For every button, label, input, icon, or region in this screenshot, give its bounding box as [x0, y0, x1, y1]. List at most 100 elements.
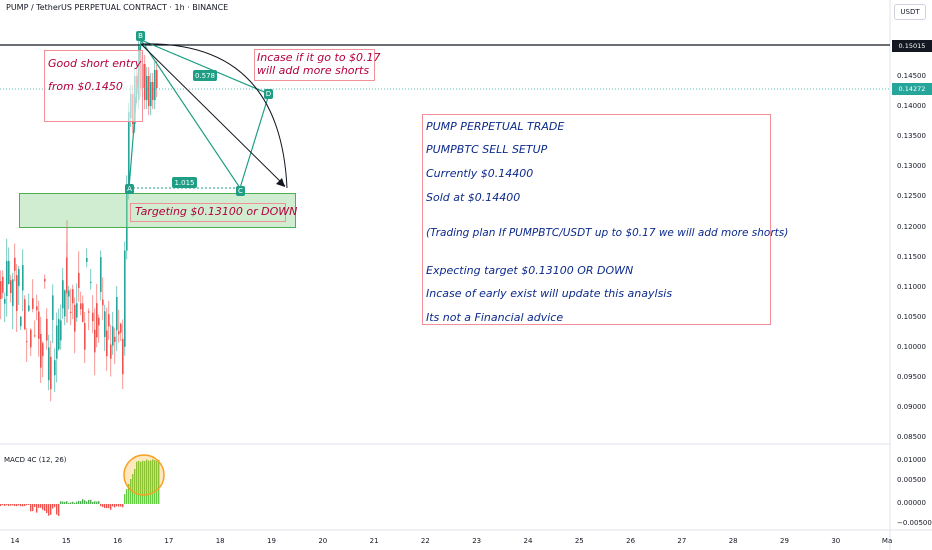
candle-body	[106, 330, 108, 357]
macd-bar	[30, 504, 32, 512]
time-tick-label: 18	[215, 537, 225, 545]
candle-body	[4, 298, 6, 304]
candle-body	[34, 335, 36, 337]
candle-body	[50, 356, 52, 390]
candle-body	[26, 341, 28, 343]
candle-body	[120, 323, 122, 333]
candle-body	[2, 276, 4, 293]
point-d-label[interactable]: D	[264, 89, 273, 99]
macd-bar	[106, 504, 108, 509]
candle-body	[56, 325, 58, 359]
candle-body	[70, 311, 72, 313]
macd-bar	[82, 499, 84, 504]
macd-bar	[108, 504, 110, 509]
macd-bar	[102, 504, 104, 508]
candle-body	[100, 257, 102, 292]
price-tick-label: 0.14000	[897, 102, 926, 111]
candle-body	[74, 304, 76, 332]
candle-body	[78, 272, 80, 288]
macd-bar	[58, 504, 60, 516]
candle-body	[38, 311, 40, 339]
trade-plan-box[interactable]: PUMP PERPETUAL TRADE PUMPBTC SELL SETUP …	[422, 114, 788, 325]
candle-body	[80, 303, 82, 310]
candle-body	[96, 303, 98, 338]
ratio-ac-label: 1.015	[172, 177, 197, 188]
macd-title[interactable]: MACD 4C (12, 26)	[4, 456, 67, 464]
candle-body	[68, 290, 70, 297]
candle-body	[124, 250, 126, 347]
macd-bar	[90, 499, 92, 504]
candle-body	[22, 265, 24, 291]
macd-bar	[22, 504, 24, 507]
candle-body	[150, 82, 152, 107]
macd-bar	[64, 501, 66, 504]
candle-body	[146, 76, 148, 101]
macd-bar	[0, 504, 2, 507]
candle-body	[108, 314, 110, 327]
price-tick-label: 0.09500	[897, 373, 926, 381]
macd-bar	[2, 504, 4, 506]
macd-bar	[122, 504, 124, 508]
candle-body	[10, 280, 12, 294]
macd-highlight-circle	[123, 454, 165, 496]
current-price-tag: 0.14272	[892, 83, 932, 95]
point-a-label[interactable]: A	[125, 184, 134, 194]
candle-body	[114, 336, 116, 342]
macd-tick-label: −0.00500	[897, 519, 932, 527]
macd-bar	[80, 501, 82, 504]
trade-line-8: Its not a Financial advice	[426, 311, 564, 324]
candle-body	[64, 290, 66, 317]
candle-body	[24, 299, 26, 330]
time-tick-label: Ma	[881, 537, 893, 545]
projection-arrowhead	[276, 178, 285, 187]
candle-body	[14, 257, 16, 271]
candle-body	[48, 347, 50, 381]
add-shorts-line2: will add more shorts	[257, 64, 370, 77]
candle-body	[62, 280, 64, 309]
candle-body	[88, 311, 90, 313]
time-tick-label: 22	[420, 537, 430, 545]
candle-body	[72, 289, 74, 304]
macd-bar	[26, 504, 28, 506]
currency-button[interactable]: USDT	[894, 4, 926, 20]
price-tick-label: 0.14500	[897, 72, 926, 80]
macd-bar	[36, 504, 38, 513]
candle-body	[104, 311, 106, 337]
macd-tick-label: 0.00000	[897, 499, 926, 507]
macd-bar	[104, 504, 106, 508]
candle-body	[6, 261, 8, 296]
candle-body	[12, 279, 14, 306]
entry-note-line2: from $0.1450	[48, 80, 123, 93]
candle-body	[52, 295, 54, 320]
macd-bar	[16, 504, 18, 507]
point-c-label[interactable]: C	[236, 186, 245, 196]
macd-bar	[24, 504, 26, 506]
time-tick-label: 24	[523, 537, 533, 545]
candle-body	[84, 322, 86, 350]
macd-bar	[70, 502, 72, 504]
trade-line-4: Sold at $0.14400	[426, 191, 521, 204]
macd-bar	[112, 504, 114, 507]
macd-bar	[78, 500, 80, 504]
trade-line-1: PUMP PERPETUAL TRADE	[426, 120, 565, 133]
macd-bar	[76, 501, 78, 504]
candle-body	[32, 298, 34, 309]
candle-body	[0, 281, 2, 300]
entry-note-line1: Good short entry	[48, 57, 142, 70]
symbol-title[interactable]: PUMP / TetherUS PERPETUAL CONTRACT · 1h …	[6, 3, 228, 12]
macd-bar	[72, 501, 74, 504]
candle-body	[76, 303, 78, 318]
price-tick-label: 0.09000	[897, 403, 926, 412]
candle-body	[40, 334, 42, 368]
macd-bar	[8, 504, 10, 506]
candle-body	[122, 338, 124, 375]
candle-body	[90, 281, 92, 283]
macd-bar	[56, 504, 58, 515]
high-price-tag: 0.15015	[892, 40, 932, 52]
macd-bar	[46, 504, 48, 514]
macd-bar	[126, 489, 128, 504]
candle-body	[94, 329, 96, 353]
point-b-label[interactable]: B	[136, 31, 145, 41]
macd-bar	[114, 504, 116, 508]
macd-bar	[6, 504, 8, 506]
